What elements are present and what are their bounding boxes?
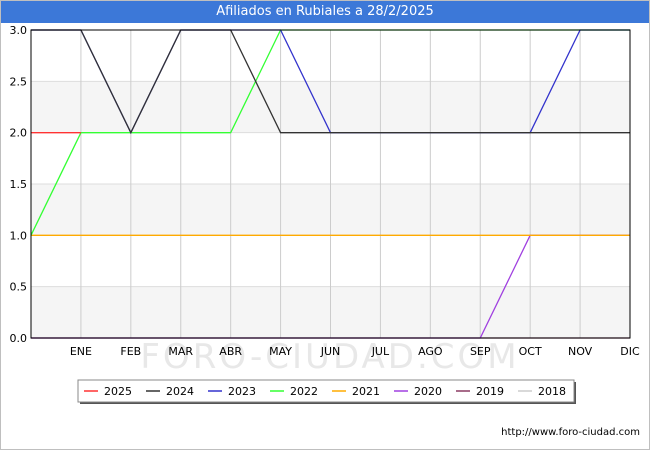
x-tick-label: MAY — [269, 345, 292, 358]
x-tick-label: SEP — [470, 345, 491, 358]
x-tick-label: AGO — [418, 345, 443, 358]
x-tick-label: NOV — [568, 345, 593, 358]
x-tick-label: MAR — [168, 345, 193, 358]
y-tick-label: 1.0 — [10, 229, 28, 242]
x-tick-label: ENE — [70, 345, 92, 358]
legend-label: 2024 — [166, 385, 194, 398]
x-tick-label: ABR — [219, 345, 242, 358]
y-tick-label: 0.0 — [10, 332, 28, 345]
legend-label: 2018 — [538, 385, 566, 398]
y-tick-label: 2.5 — [10, 75, 28, 88]
legend-label: 2021 — [352, 385, 380, 398]
y-tick-label: 3.0 — [10, 24, 28, 37]
source-url: http://www.foro-ciudad.com — [501, 427, 640, 438]
legend-label: 2025 — [104, 385, 132, 398]
line-chart: FORO-CIUDAD.COM 0.00.51.01.52.02.53.0 EN… — [10, 24, 640, 404]
x-tick-label: JUN — [320, 345, 341, 358]
x-tick-label: FEB — [120, 345, 141, 358]
legend-label: 2022 — [290, 385, 318, 398]
y-tick-label: 1.5 — [10, 178, 28, 191]
legend-label: 2019 — [476, 385, 504, 398]
x-tick-label: JUL — [371, 345, 390, 358]
y-tick-label: 2.0 — [10, 127, 28, 140]
x-tick-label: OCT — [519, 345, 542, 358]
legend-label: 2020 — [414, 385, 442, 398]
x-tick-label: DIC — [620, 345, 640, 358]
legend-label: 2023 — [228, 385, 256, 398]
y-tick-label: 0.5 — [10, 281, 28, 294]
